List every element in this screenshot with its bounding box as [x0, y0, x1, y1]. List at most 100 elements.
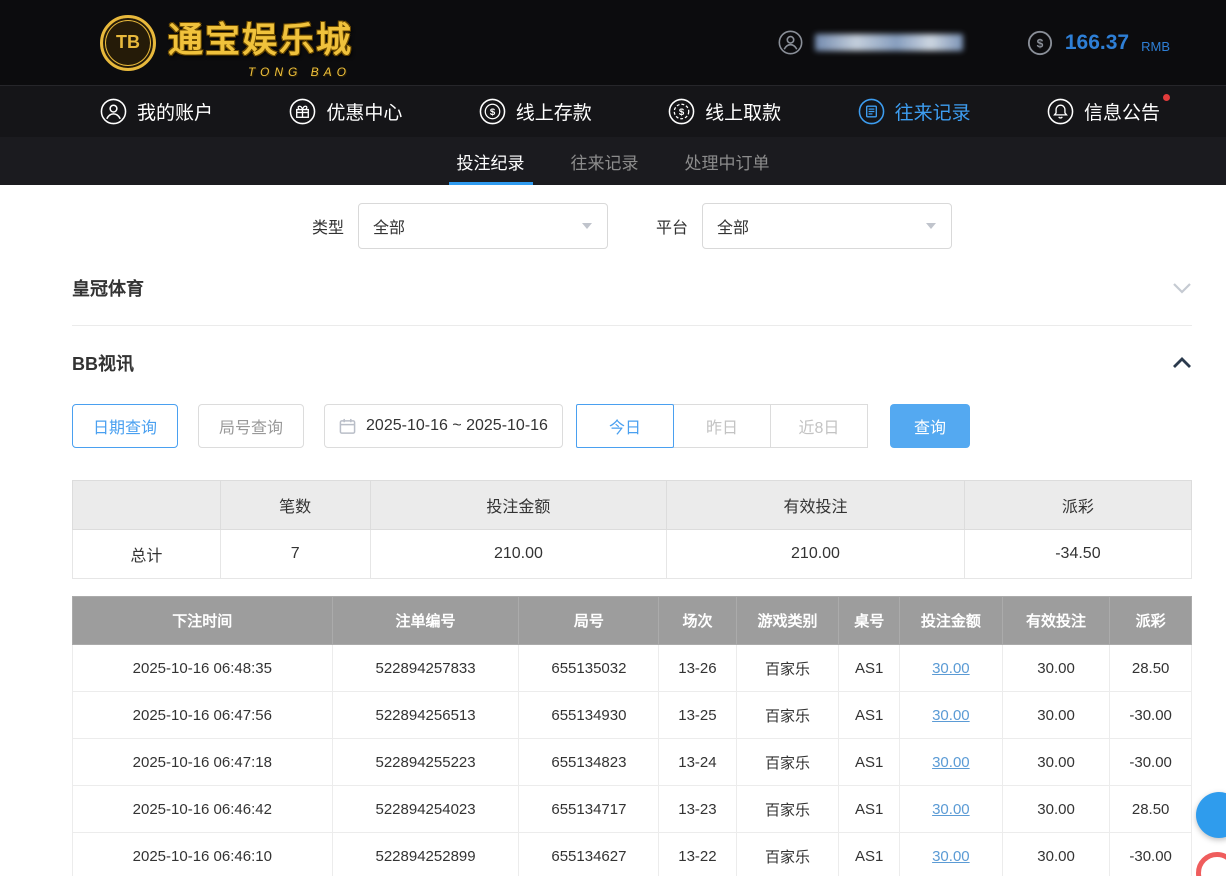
cell-session: 13-25 — [659, 692, 736, 739]
section-title: BB视讯 — [72, 350, 134, 376]
col-round-id: 局号 — [519, 597, 659, 645]
cell-session: 13-26 — [659, 645, 736, 692]
bet-amount-link[interactable]: 30.00 — [932, 848, 970, 865]
filter-row: 类型 全部 平台 全部 — [72, 203, 1192, 249]
cell-table-id: AS1 — [839, 786, 899, 833]
section-bb-video[interactable]: BB视讯 — [72, 350, 1192, 376]
logo-subtitle: TONG BAO — [248, 65, 351, 79]
gift-icon — [289, 98, 316, 125]
bet-amount-link[interactable]: 30.00 — [932, 801, 970, 818]
date-range-input[interactable]: 2025-10-16 ~ 2025-10-16 — [324, 404, 563, 448]
cell-order-id: 522894255223 — [332, 739, 519, 786]
cell-table-id: AS1 — [839, 739, 899, 786]
cell-order-id: 522894252899 — [332, 833, 519, 876]
cell-bet-amount: 30.00 — [899, 786, 1002, 833]
cell-bet-amount: 30.00 — [899, 833, 1002, 876]
col-order-id: 注单编号 — [332, 597, 519, 645]
round-query-button[interactable]: 局号查询 — [198, 404, 304, 448]
cell-game-type: 百家乐 — [736, 692, 839, 739]
nav-label: 线上存款 — [516, 98, 592, 125]
nav-item-announcements[interactable]: 信息公告 — [1047, 98, 1160, 125]
cell-bet-time: 2025-10-16 06:48:35 — [73, 645, 333, 692]
today-button[interactable]: 今日 — [576, 404, 674, 448]
user-avatar-icon[interactable] — [778, 30, 803, 55]
cell-payout: 28.50 — [1110, 786, 1192, 833]
cell-payout: -30.00 — [1110, 833, 1192, 876]
nav-item-deposit[interactable]: $ 线上存款 — [479, 98, 592, 125]
cell-game-type: 百家乐 — [736, 833, 839, 876]
table-row: 2025-10-16 06:47:56522894256513655134930… — [73, 692, 1192, 739]
cell-table-id: AS1 — [839, 833, 899, 876]
cell-valid-bet: 30.00 — [1002, 739, 1109, 786]
svg-text:$: $ — [679, 107, 685, 118]
notification-dot — [1163, 94, 1170, 101]
summary-payout: -34.50 — [964, 530, 1191, 579]
date-query-button[interactable]: 日期查询 — [72, 404, 178, 448]
type-select[interactable]: 全部 — [358, 203, 608, 249]
header-right: $ 166.37 RMB — [778, 30, 1170, 56]
nav-item-promotions[interactable]: 优惠中心 — [289, 98, 402, 125]
cell-game-type: 百家乐 — [736, 739, 839, 786]
bet-amount-link[interactable]: 30.00 — [932, 660, 970, 677]
summary-count: 7 — [220, 530, 370, 579]
cell-game-type: 百家乐 — [736, 786, 839, 833]
summary-valid-bet: 210.00 — [667, 530, 965, 579]
cell-order-id: 522894254023 — [332, 786, 519, 833]
top-header: TB 通宝娱乐城 TONG BAO $ 166.37 RMB — [0, 0, 1226, 85]
balance-currency: RMB — [1141, 39, 1170, 56]
tab-transaction-records[interactable]: 往来记录 — [571, 137, 639, 185]
chevron-up-icon[interactable] — [1172, 357, 1192, 369]
tab-label: 处理中订单 — [685, 149, 770, 174]
platform-select-value: 全部 — [717, 214, 749, 238]
platform-filter: 平台 全部 — [656, 203, 952, 249]
bet-amount-link[interactable]: 30.00 — [932, 707, 970, 724]
balance: $ 166.37 RMB — [1027, 30, 1170, 56]
cell-valid-bet: 30.00 — [1002, 692, 1109, 739]
col-table-id: 桌号 — [839, 597, 899, 645]
col-session: 场次 — [659, 597, 736, 645]
bet-records-table: 下注时间 注单编号 局号 场次 游戏类别 桌号 投注金额 有效投注 派彩 202… — [72, 596, 1192, 876]
summary-header — [73, 481, 221, 530]
account-icon — [100, 98, 127, 125]
nav-label: 线上取款 — [705, 98, 781, 125]
summary-total-row: 总计 7 210.00 210.00 -34.50 — [73, 530, 1192, 579]
bell-icon — [1047, 98, 1074, 125]
section-crown-sports[interactable]: 皇冠体育 — [72, 275, 1192, 326]
svg-text:$: $ — [490, 107, 496, 118]
content: 类型 全部 平台 全部 皇冠体育 BB视讯 日期查询 — [0, 203, 1226, 876]
search-button[interactable]: 查询 — [890, 404, 970, 448]
cell-order-id: 522894256513 — [332, 692, 519, 739]
chevron-down-icon[interactable] — [1172, 282, 1192, 294]
bet-table-header-row: 下注时间 注单编号 局号 场次 游戏类别 桌号 投注金额 有效投注 派彩 — [73, 597, 1192, 645]
dollar-icon: $ — [1027, 30, 1053, 56]
username-redacted — [815, 34, 963, 51]
cell-valid-bet: 30.00 — [1002, 833, 1109, 876]
bet-amount-link[interactable]: 30.00 — [932, 754, 970, 771]
cell-round-id: 655134627 — [519, 833, 659, 876]
col-bet-time: 下注时间 — [73, 597, 333, 645]
platform-select[interactable]: 全部 — [702, 203, 952, 249]
type-select-value: 全部 — [373, 214, 405, 238]
cell-valid-bet: 30.00 — [1002, 786, 1109, 833]
last-8-days-button[interactable]: 近8日 — [770, 404, 868, 448]
site-logo[interactable]: TB 通宝娱乐城 TONG BAO — [100, 12, 353, 73]
tab-label: 投注纪录 — [457, 149, 525, 174]
nav-item-records[interactable]: 往来记录 — [858, 98, 971, 125]
tab-processing-orders[interactable]: 处理中订单 — [685, 137, 770, 185]
nav-label: 往来记录 — [895, 98, 971, 125]
nav-item-withdraw[interactable]: $ 线上取款 — [668, 98, 781, 125]
nav-label: 优惠中心 — [326, 98, 402, 125]
tab-bet-records[interactable]: 投注纪录 — [457, 137, 525, 185]
balance-amount: 166.37 — [1065, 31, 1129, 55]
logo-text: 通宝娱乐城 TONG BAO — [168, 12, 353, 73]
type-filter-label: 类型 — [312, 214, 344, 238]
summary-header-row: 笔数 投注金额 有效投注 派彩 — [73, 481, 1192, 530]
nav-item-my-account[interactable]: 我的账户 — [100, 98, 213, 125]
yesterday-button[interactable]: 昨日 — [673, 404, 771, 448]
table-row: 2025-10-16 06:46:10522894252899655134627… — [73, 833, 1192, 876]
tab-label: 往来记录 — [571, 149, 639, 174]
subnav: 投注纪录 往来记录 处理中订单 — [0, 137, 1226, 185]
summary-table: 笔数 投注金额 有效投注 派彩 总计 7 210.00 210.00 -34.5… — [72, 480, 1192, 579]
cell-session: 13-22 — [659, 833, 736, 876]
type-filter: 类型 全部 — [312, 203, 608, 249]
